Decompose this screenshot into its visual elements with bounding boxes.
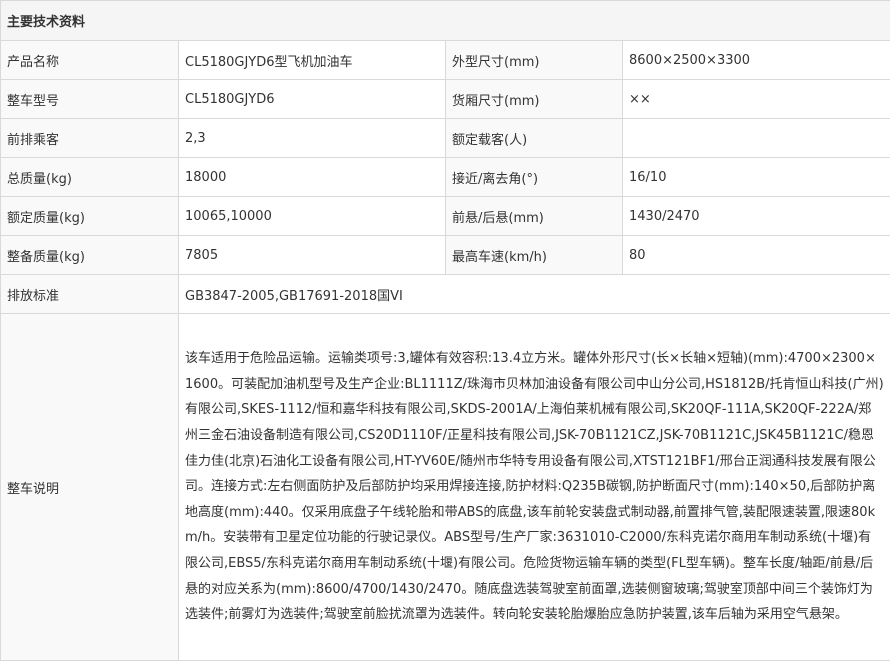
table-row: 排放标准 GB3847-2005,GB17691-2018国VI <box>0 274 890 314</box>
spec-table: 主要技术资料 产品名称 CL5180GJYD6型飞机加油车 外型尺寸(mm) 8… <box>0 0 890 661</box>
cell-value-overhang: 1430/2470 <box>621 196 890 236</box>
cell-label-product-name: 产品名称 <box>0 40 179 80</box>
cell-value-outer-dimensions: 8600×2500×3300 <box>621 40 890 80</box>
cell-label-approach-departure-angle: 接近/离去角(°) <box>445 157 623 197</box>
cell-label-vehicle-description: 整车说明 <box>0 313 179 661</box>
cell-label-vehicle-model: 整车型号 <box>0 79 179 119</box>
table-row: 整车型号 CL5180GJYD6 货厢尺寸(mm) ×× <box>0 79 890 119</box>
cell-value-emission-standard: GB3847-2005,GB17691-2018国VI <box>177 274 890 314</box>
cell-label-rated-passengers: 额定载客(人) <box>445 118 623 158</box>
cell-value-vehicle-description: 该车适用于危险品运输。运输类项号:3,罐体有效容积:13.4立方米。罐体外形尺寸… <box>177 313 890 661</box>
cell-label-curb-mass: 整备质量(kg) <box>0 235 179 275</box>
cell-label-cargo-dimensions: 货厢尺寸(mm) <box>445 79 623 119</box>
table-row: 总质量(kg) 18000 接近/离去角(°) 16/10 <box>0 157 890 197</box>
table-title: 主要技术资料 <box>0 0 890 41</box>
table-row-description: 整车说明 该车适用于危险品运输。运输类项号:3,罐体有效容积:13.4立方米。罐… <box>0 313 890 661</box>
table-row: 产品名称 CL5180GJYD6型飞机加油车 外型尺寸(mm) 8600×250… <box>0 40 890 80</box>
cell-value-approach-departure-angle: 16/10 <box>621 157 890 197</box>
cell-value-product-name: CL5180GJYD6型飞机加油车 <box>178 40 446 80</box>
cell-label-rated-mass: 额定质量(kg) <box>0 196 179 236</box>
table-row: 整备质量(kg) 7805 最高车速(km/h) 80 <box>0 235 890 275</box>
table-title-row: 主要技术资料 <box>0 0 890 41</box>
cell-label-total-mass: 总质量(kg) <box>0 157 179 197</box>
cell-value-total-mass: 18000 <box>178 157 446 197</box>
table-row: 额定质量(kg) 10065,10000 前悬/后悬(mm) 1430/2470 <box>0 196 890 236</box>
cell-label-overhang: 前悬/后悬(mm) <box>445 196 623 236</box>
cell-value-vehicle-model: CL5180GJYD6 <box>178 79 446 119</box>
cell-value-cargo-dimensions: ×× <box>621 79 890 119</box>
cell-label-max-speed: 最高车速(km/h) <box>445 235 623 275</box>
table-row: 前排乘客 2,3 额定载客(人) <box>0 118 890 158</box>
cell-label-outer-dimensions: 外型尺寸(mm) <box>445 40 623 80</box>
cell-value-curb-mass: 7805 <box>178 235 446 275</box>
cell-value-max-speed: 80 <box>621 235 890 275</box>
cell-value-rated-mass: 10065,10000 <box>178 196 446 236</box>
cell-value-rated-passengers <box>621 118 890 158</box>
cell-label-front-passengers: 前排乘客 <box>0 118 179 158</box>
cell-value-front-passengers: 2,3 <box>178 118 446 158</box>
cell-label-emission-standard: 排放标准 <box>0 274 179 314</box>
